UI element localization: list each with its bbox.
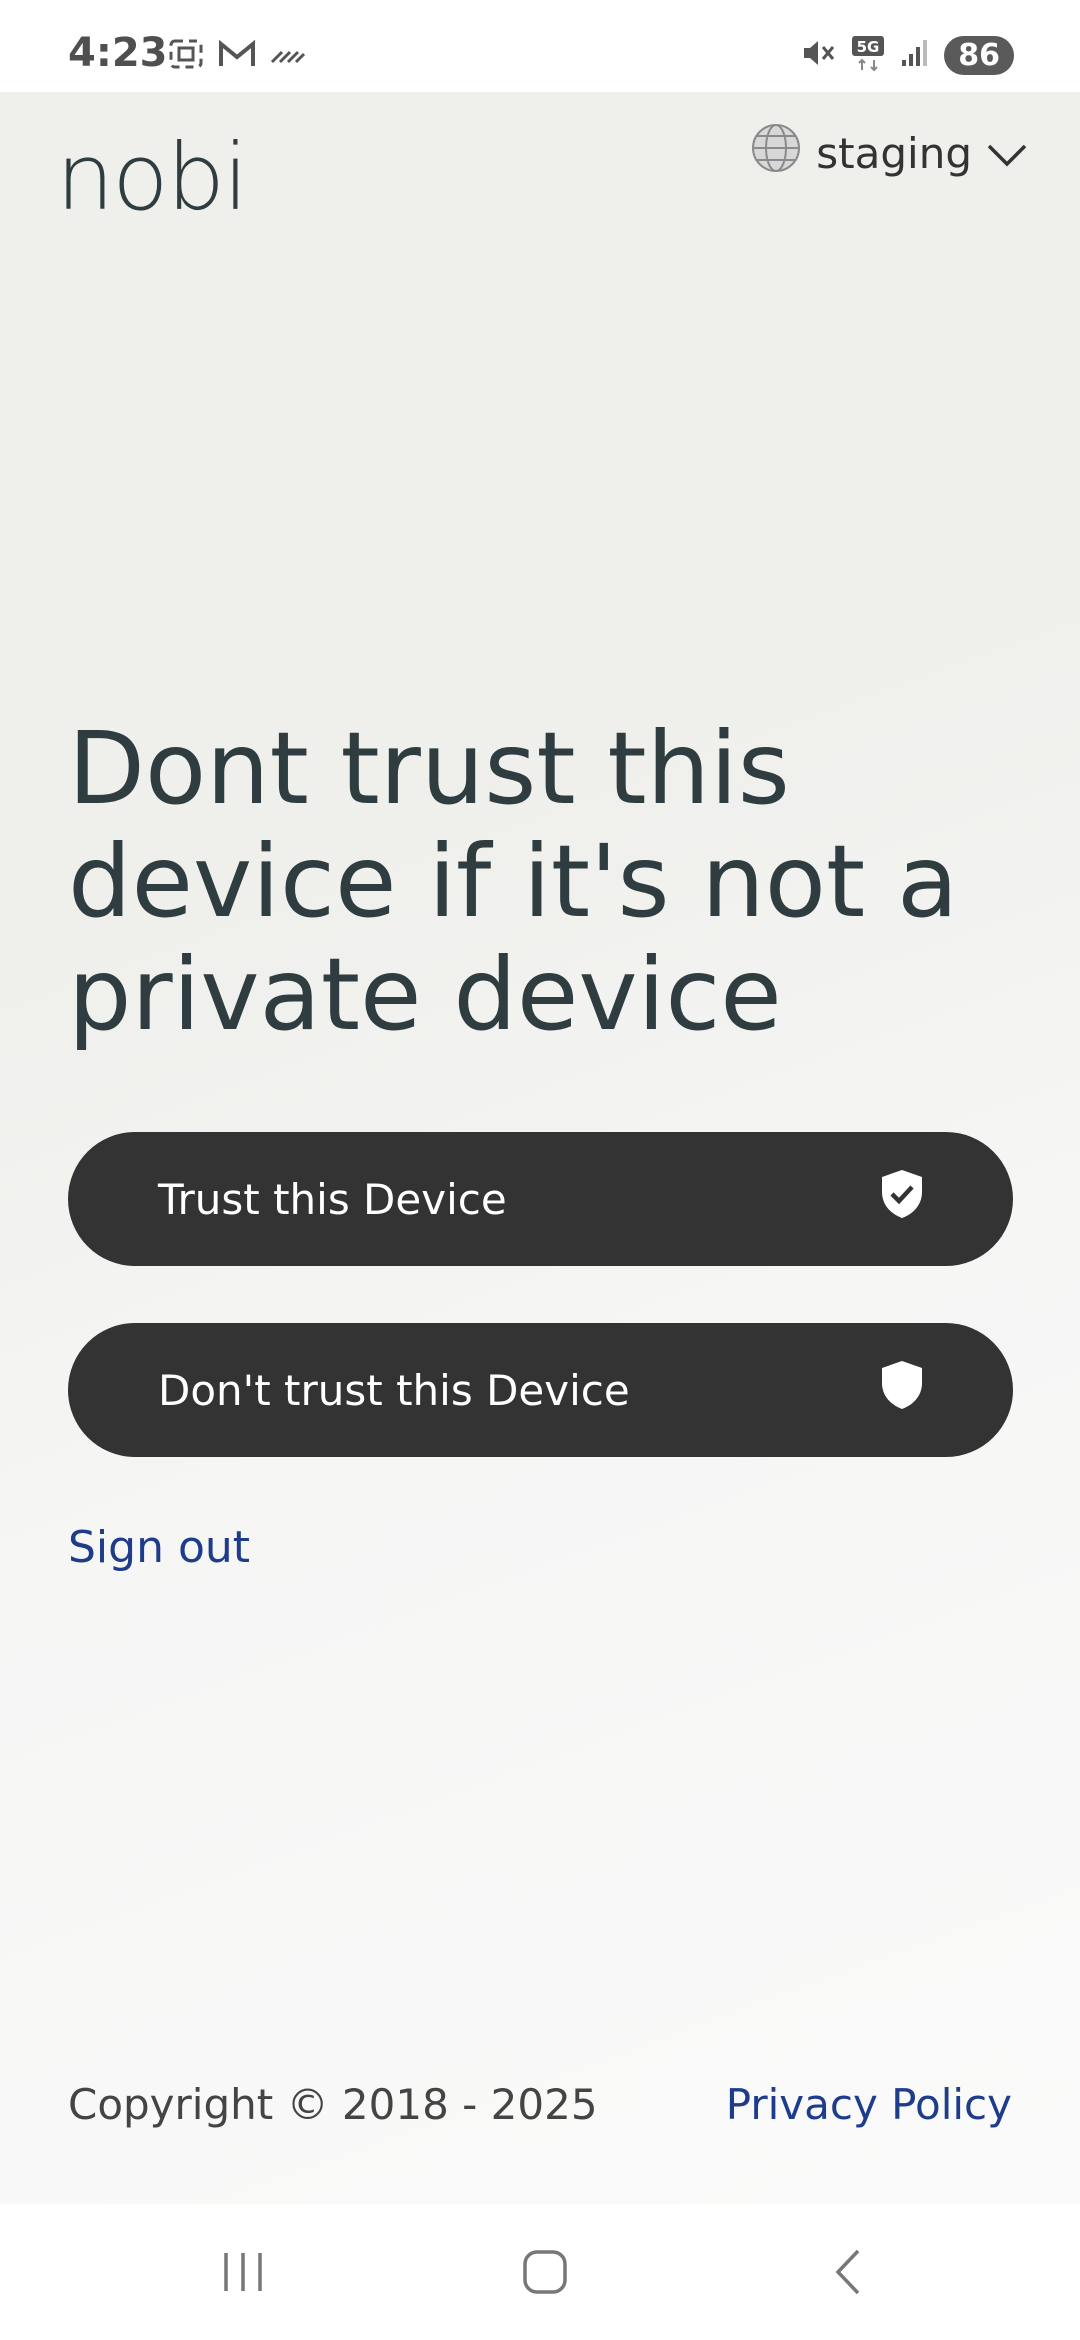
trust-device-screen: nobi staging Dont trust this device if i… <box>0 92 1080 2204</box>
dont-trust-device-button[interactable]: Don't trust this Device <box>68 1323 1013 1457</box>
shield-icon <box>879 1359 925 1421</box>
privacy-policy-link[interactable]: Privacy Policy <box>726 2080 1012 2129</box>
shield-check-icon <box>879 1168 925 1230</box>
sign-out-link[interactable]: Sign out <box>68 1522 250 1573</box>
network-label: 5G <box>857 38 880 56</box>
back-button[interactable] <box>818 2244 878 2304</box>
page-title: Dont trust this device if it's not a pri… <box>68 710 959 1053</box>
globe-icon <box>750 122 802 184</box>
trust-device-button[interactable]: Trust this Device <box>68 1132 1013 1266</box>
trust-device-label: Trust this Device <box>158 1174 507 1224</box>
recent-apps-icon <box>218 2249 268 2300</box>
environment-label: staging <box>816 128 972 178</box>
signal-icon <box>900 38 930 73</box>
status-icons-left <box>168 38 306 75</box>
dont-trust-device-label: Don't trust this Device <box>158 1365 630 1415</box>
environment-selector[interactable]: staging <box>750 122 1028 184</box>
home-icon <box>520 2247 570 2302</box>
nobi-logo: nobi <box>56 124 249 231</box>
screenshot-icon <box>168 38 204 75</box>
recent-apps-button[interactable] <box>213 2244 273 2304</box>
status-bar: 4:23 5G 86 <box>0 0 1080 92</box>
data-activity-icon <box>270 44 306 69</box>
home-button[interactable] <box>515 2244 575 2304</box>
battery-badge: 86 <box>944 36 1014 75</box>
status-icons-right: 5G 86 <box>800 34 1014 77</box>
chevron-down-icon <box>986 129 1028 178</box>
copyright-text: Copyright © 2018 - 2025 <box>68 2080 598 2129</box>
system-nav-bar <box>0 2204 1080 2340</box>
mute-icon <box>800 36 836 75</box>
back-icon <box>828 2247 868 2302</box>
status-time: 4:23 <box>68 30 168 76</box>
gmail-icon <box>218 39 256 74</box>
network-5g-icon: 5G <box>850 34 886 77</box>
